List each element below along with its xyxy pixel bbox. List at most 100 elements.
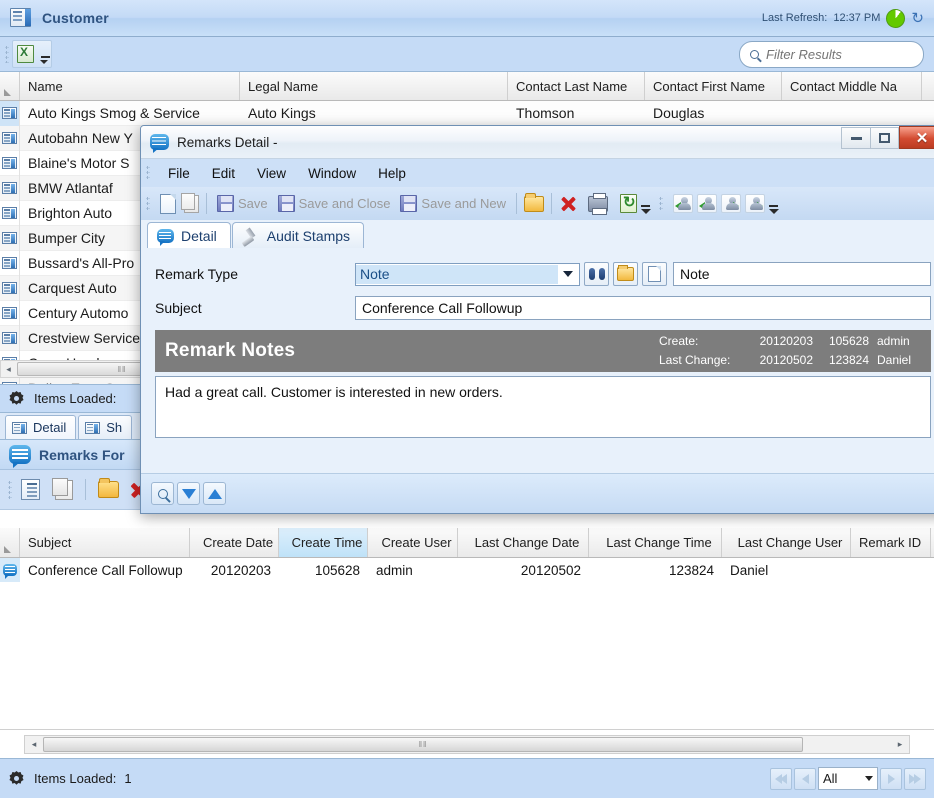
dialog-title-bar[interactable]: Remarks Detail - ✕ [141,126,934,159]
remark-notes-textarea[interactable]: Had a great call. Customer is interested… [155,376,931,438]
column-header-remark-id[interactable]: Remark ID [851,528,931,557]
scrollbar-track[interactable]: ‖‖ [43,737,891,752]
column-header-last-change-user[interactable]: Last Change User [722,528,851,557]
record-card-icon [12,421,27,434]
menu-item-edit[interactable]: Edit [202,163,245,184]
next-record-icon[interactable] [720,194,741,213]
column-header-create-time[interactable]: Create Time [279,528,368,557]
record-icon [2,107,17,119]
last-page-icon[interactable] [904,767,926,790]
column-header-legal-name[interactable]: Legal Name [240,72,508,100]
column-header-last-change-date[interactable]: Last Change Date [458,528,589,557]
refresh-arrow-icon[interactable]: ↻ [911,11,924,26]
record-icon [2,332,17,344]
scroll-left-icon[interactable]: ◂ [1,364,16,375]
scroll-left-icon[interactable]: ◂ [25,739,43,750]
remark-type-select[interactable]: Note [355,262,580,286]
row-icon-cell [0,325,20,351]
tab-audit-stamps[interactable]: Audit Stamps [231,222,365,248]
copy-icon[interactable] [52,477,73,500]
new-document-icon[interactable] [160,193,176,214]
scroll-right-icon[interactable]: ▸ [891,739,909,750]
save-new-disk-icon [400,195,418,212]
tab-detail[interactable]: Detail [147,222,231,248]
first-page-icon[interactable] [770,767,792,790]
cell-legal-name: Auto Kings [248,105,316,121]
grid-corner-cell[interactable] [0,72,20,100]
chevron-down-icon[interactable] [558,271,577,277]
record-icon [2,207,17,219]
menu-item-file[interactable]: File [158,163,200,184]
open-folder-icon[interactable] [98,478,119,498]
toolbar-grip[interactable] [8,479,12,500]
refresh-icon[interactable] [619,193,637,213]
print-icon[interactable] [587,192,608,215]
search-input[interactable] [766,46,913,62]
record-icon [2,282,17,294]
new-record-icon[interactable] [21,479,40,500]
column-header-create-user[interactable]: Create User [368,528,458,557]
menu-item-help[interactable]: Help [368,163,416,184]
items-loaded-label: Items Loaded: [34,391,117,406]
zoom-icon[interactable] [151,482,174,505]
toolbar-grip[interactable] [146,195,150,212]
close-button[interactable]: ✕ [899,126,934,149]
cell-last-change-time: 123824 [668,562,714,578]
chevron-down-icon[interactable] [40,60,48,64]
toolbar-overflow-icon[interactable] [640,189,651,219]
gear-icon[interactable] [9,391,24,406]
column-header-last-change-time[interactable]: Last Change Time [589,528,722,557]
gear-icon[interactable] [9,771,24,786]
grid-corner-cell[interactable] [0,528,20,557]
excel-export-icon[interactable] [12,40,52,68]
delete-x-icon[interactable] [559,194,578,213]
filter-results-box[interactable] [739,40,924,68]
remarks-grid-hscrollbar[interactable]: ◂ ‖‖ ▸ [24,735,910,754]
menu-grip[interactable] [146,165,150,181]
create-user: admin [877,334,910,349]
copy-document-icon[interactable] [181,192,199,213]
column-header-contact-middle-name[interactable]: Contact Middle Na [782,72,922,100]
toolbar-overflow-icon-2[interactable] [768,189,779,219]
last-record-icon[interactable] [744,194,765,213]
first-record-icon[interactable] [672,194,693,213]
page-size-select[interactable]: All [818,767,878,790]
tab-ship-to[interactable]: Sh [78,415,133,439]
toolbar-grip-2[interactable] [658,195,663,212]
minimize-button[interactable] [841,127,870,149]
column-header-name[interactable]: Name [20,72,240,100]
move-up-icon[interactable] [203,482,226,505]
remark-type-lookup-button[interactable] [584,262,609,286]
save-label: Save [238,196,268,211]
menu-item-window[interactable]: Window [298,163,366,184]
remark-type-open-button[interactable] [613,262,638,286]
tab-detail[interactable]: Detail [5,415,77,439]
menu-item-view[interactable]: View [247,163,296,184]
search-icon [750,49,759,59]
maximize-button[interactable] [870,127,899,149]
toolbar-grip[interactable] [5,45,9,63]
table-row[interactable]: Conference Call Followup 20120203 105628… [0,558,934,582]
save-button[interactable]: Save [214,193,271,214]
chevron-down-icon[interactable] [865,776,873,781]
table-row[interactable]: Auto Kings Smog & Service Auto Kings Tho… [0,101,934,126]
save-and-close-button[interactable]: Save and Close [275,193,394,214]
column-header-contact-last-name[interactable]: Contact Last Name [508,72,645,100]
column-header-create-date[interactable]: Create Date [190,528,279,557]
subject-input[interactable]: Conference Call Followup [355,296,931,320]
column-header-subject[interactable]: Subject [20,528,190,557]
remark-type-new-button[interactable] [642,262,667,286]
column-header-contact-first-name[interactable]: Contact First Name [645,72,782,100]
tab-audit-stamps-label: Audit Stamps [266,227,351,244]
previous-record-icon[interactable] [696,194,717,213]
remarks-grid-body[interactable]: Conference Call Followup 20120203 105628… [0,558,934,730]
previous-page-icon[interactable] [794,767,816,790]
last-refresh-time: 12:37 PM [833,12,881,24]
open-folder-icon [617,265,634,281]
open-folder-icon[interactable] [523,192,544,212]
save-and-new-button[interactable]: Save and New [397,193,509,214]
scrollbar-thumb[interactable]: ‖‖ [43,737,803,752]
move-down-icon[interactable] [177,482,200,505]
next-page-icon[interactable] [880,767,902,790]
dialog-title: Remarks Detail - [177,134,278,150]
